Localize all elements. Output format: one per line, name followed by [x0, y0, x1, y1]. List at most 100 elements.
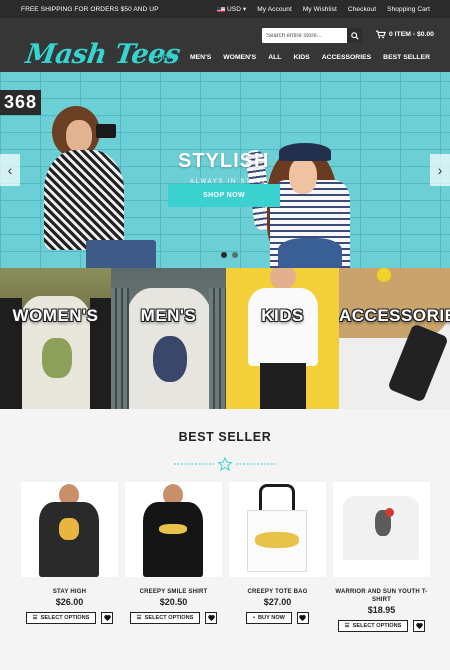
list-icon: ☰	[344, 623, 350, 630]
accessories-bag-image	[339, 268, 450, 338]
model-right-cap	[279, 143, 331, 161]
heart-icon	[208, 615, 215, 622]
nav-kids[interactable]: KIDS	[293, 54, 309, 61]
list-icon: ☰	[136, 615, 142, 622]
camera-icon	[96, 124, 116, 138]
shop-now-button[interactable]: SHOP NOW	[168, 184, 280, 207]
slider-dot-1[interactable]	[221, 252, 227, 258]
kids-shirt-image	[248, 288, 318, 366]
hero-title: STYLISH	[178, 150, 270, 172]
tote-graphic	[255, 532, 299, 548]
category-tile-accessories[interactable]: ACCESSORIES	[339, 268, 450, 409]
wishlist-button[interactable]	[205, 612, 218, 625]
slider-next-button[interactable]: ›	[430, 154, 450, 186]
slider-dot-2[interactable]	[232, 252, 238, 258]
product-price: $20.50	[159, 597, 188, 608]
wishlist-button[interactable]	[296, 612, 309, 625]
womens-shirt-graphic	[42, 338, 72, 378]
slider-prev-button[interactable]: ‹	[0, 154, 20, 186]
wishlist-button[interactable]	[413, 620, 426, 633]
category-tile-mens[interactable]: MEN'S	[111, 268, 226, 409]
tshirt-graphic	[159, 524, 187, 534]
search-icon	[350, 31, 359, 40]
product-actions: ☰ SELECT OPTIONS	[129, 612, 218, 625]
hero-slider: 368 STYLISH ALWAYS IN STYLE SHOP NOW ‹ ›	[0, 72, 450, 269]
currency-selector[interactable]: USD ▾	[216, 5, 247, 13]
best-seller-title: BEST SELLER	[178, 430, 272, 444]
kids-shorts	[260, 363, 306, 409]
select-options-button[interactable]: ☰ SELECT OPTIONS	[337, 620, 409, 633]
us-flag-icon	[216, 6, 225, 12]
select-options-button[interactable]: ☰ SELECT OPTIONS	[129, 612, 201, 625]
main-nav: HOME MEN'S WOMEN'S ALL KIDS ACCESSORIES …	[158, 54, 430, 61]
product-image[interactable]	[333, 482, 430, 577]
product-name[interactable]: CREEPY SMILE SHIRT	[140, 588, 208, 596]
search-input[interactable]	[262, 28, 347, 43]
category-label-accessories: ACCESSORIES	[339, 306, 450, 325]
product-price: $27.00	[263, 597, 292, 608]
product-image[interactable]	[21, 482, 118, 577]
page: FREE SHIPPING FOR ORDERS $50 AND UP USD …	[0, 0, 450, 670]
product-card: STAY HIGH $26.00 ☰ SELECT OPTIONS	[21, 482, 118, 632]
product-card: WARRIOR AND SUN YOUTH T-SHIRT $18.95 ☰ SE…	[333, 482, 430, 633]
shopping-cart-link[interactable]: Shopping Cart	[387, 6, 430, 13]
product-name[interactable]: WARRIOR AND SUN YOUTH T-SHIRT	[333, 588, 430, 604]
category-label-kids: KIDS	[261, 306, 304, 325]
search-button[interactable]	[347, 28, 362, 43]
cart-icon	[376, 30, 386, 39]
product-actions: ☰ SELECT OPTIONS	[25, 612, 114, 625]
nav-all[interactable]: ALL	[268, 54, 281, 61]
nav-womens[interactable]: WOMEN'S	[223, 54, 256, 61]
mens-shirt-graphic	[153, 336, 187, 382]
top-links: USD ▾ My Account My Wishlist Checkout Sh…	[216, 5, 430, 13]
my-wishlist-link[interactable]: My Wishlist	[303, 6, 337, 13]
accessories-flowers	[377, 268, 391, 282]
product-card: CREEPY SMILE SHIRT $20.50 ☰ SELECT OPTION…	[125, 482, 222, 632]
category-tile-womens[interactable]: WOMEN'S	[0, 268, 111, 409]
product-image[interactable]	[229, 482, 326, 577]
category-label-womens: WOMEN'S	[12, 306, 99, 325]
list-icon: ☰	[32, 615, 38, 622]
category-tiles: WOMEN'S MEN'S KIDS ACCESSORIES	[0, 268, 450, 409]
heart-icon	[104, 615, 111, 622]
best-seller-products: STAY HIGH $26.00 ☰ SELECT OPTIONS CREEPY …	[21, 482, 430, 633]
product-image[interactable]	[125, 482, 222, 577]
product-actions: ☰ SELECT OPTIONS	[337, 620, 426, 633]
search-box	[262, 28, 362, 43]
product-name[interactable]: CREEPY TOTE BAG	[247, 588, 307, 596]
category-tile-kids[interactable]: KIDS	[226, 268, 339, 409]
slider-dots	[221, 252, 238, 258]
header: Mash Tees 0 ITEM - $0.00 HOME MEN'S WOME…	[0, 18, 450, 72]
cart-icon: ▪	[253, 615, 256, 622]
tshirt-graphic	[59, 518, 79, 540]
model-right-jeans	[278, 238, 342, 268]
nav-best-seller[interactable]: BEST SELLER	[383, 54, 430, 61]
hero-number-sign: 368	[0, 90, 42, 115]
model-left-face	[66, 120, 92, 152]
checkout-link[interactable]: Checkout	[348, 6, 376, 13]
kids-head	[270, 268, 296, 290]
nav-home[interactable]: HOME	[158, 54, 178, 61]
product-card: CREEPY TOTE BAG $27.00 ▪ BUY NOW	[229, 482, 326, 632]
caret-down-icon: ▾	[242, 6, 247, 13]
model-left-top	[44, 150, 124, 250]
wishlist-button[interactable]	[101, 612, 114, 625]
best-seller-section: BEST SELLER	[0, 430, 450, 444]
product-price: $18.95	[367, 605, 396, 616]
product-actions: ▪ BUY NOW	[246, 612, 309, 625]
tshirt-black	[143, 502, 203, 577]
section-divider-star-icon	[174, 457, 276, 471]
nav-mens[interactable]: MEN'S	[190, 54, 211, 61]
my-account-link[interactable]: My Account	[257, 6, 292, 13]
top-bar: FREE SHIPPING FOR ORDERS $50 AND UP USD …	[0, 0, 450, 18]
model-left-jeans	[86, 240, 156, 269]
select-options-button[interactable]: ☰ SELECT OPTIONS	[25, 612, 97, 625]
category-label-mens: MEN'S	[140, 306, 197, 325]
heart-icon	[416, 623, 423, 630]
header-cart[interactable]: 0 ITEM - $0.00	[376, 30, 434, 39]
nav-accessories[interactable]: ACCESSORIES	[322, 54, 371, 61]
heart-icon	[299, 615, 307, 622]
product-name[interactable]: STAY HIGH	[53, 588, 86, 596]
product-price: $26.00	[55, 597, 84, 608]
buy-now-button[interactable]: ▪ BUY NOW	[246, 612, 292, 625]
